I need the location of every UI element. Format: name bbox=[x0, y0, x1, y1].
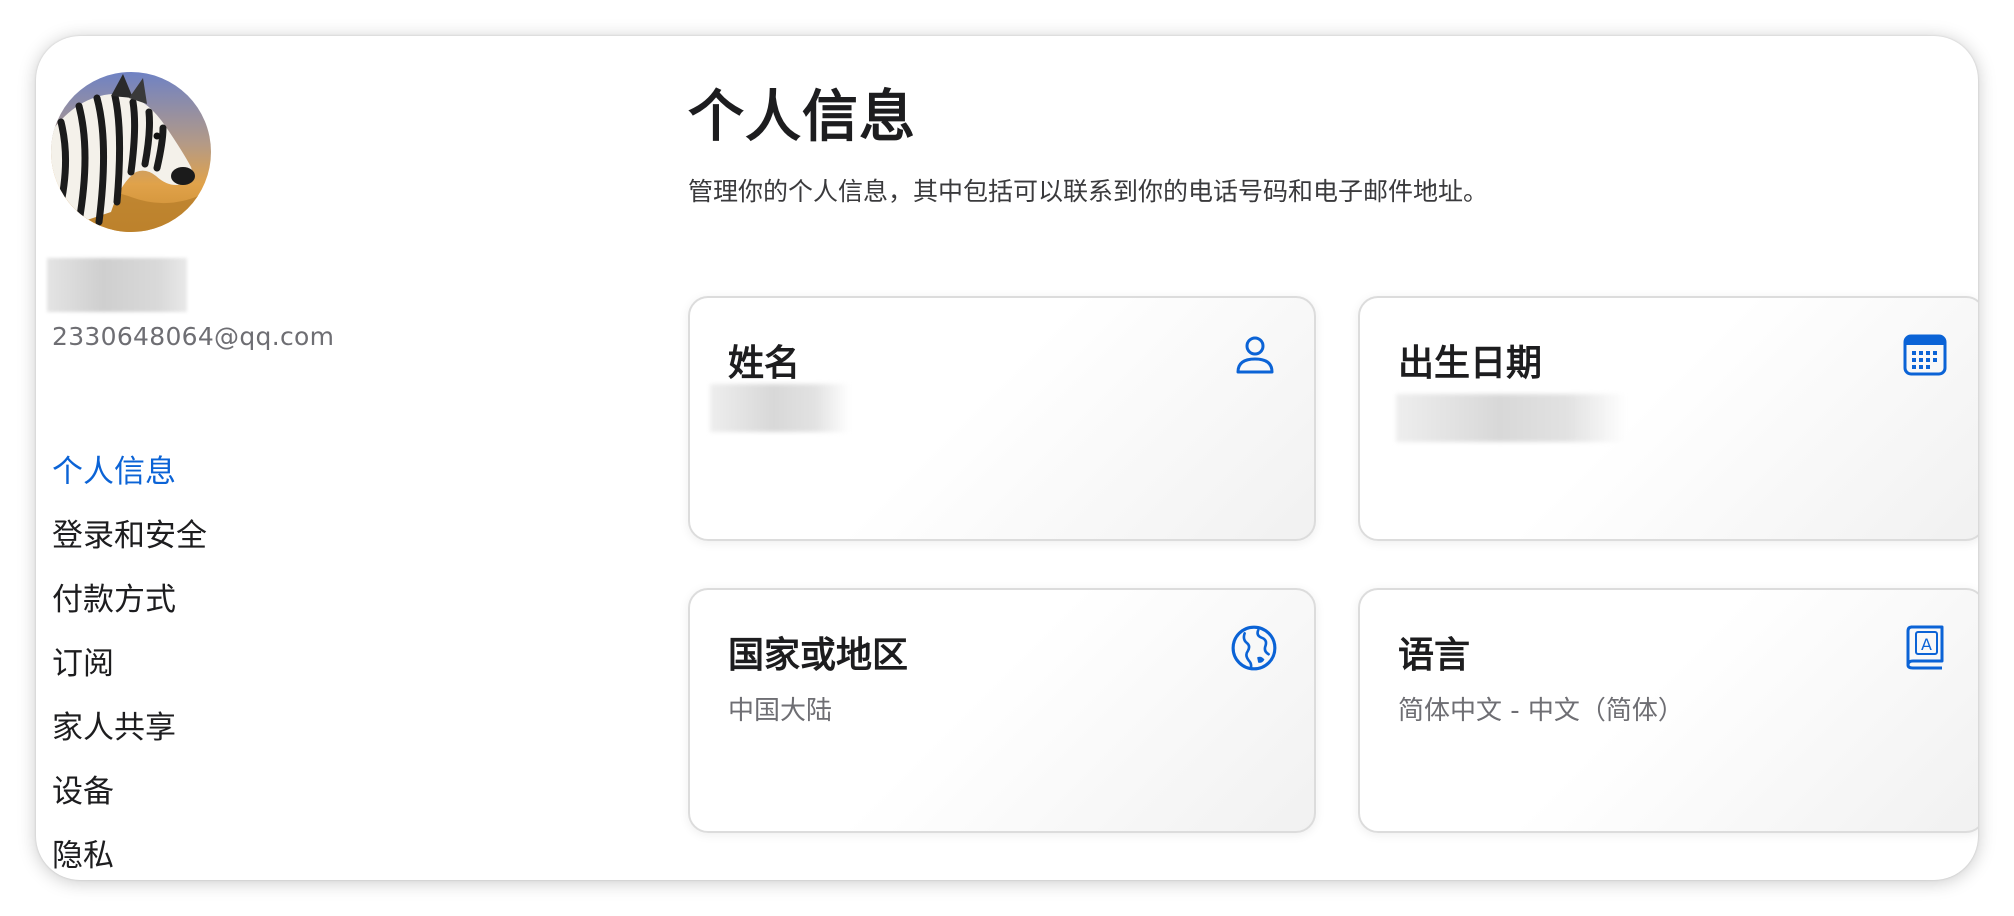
person-icon bbox=[1236, 336, 1274, 374]
globe-icon bbox=[1231, 625, 1277, 671]
language-card[interactable]: 语言 简体中文 - 中文（简体） A bbox=[1358, 588, 1978, 833]
zebra-avatar-image bbox=[51, 72, 211, 232]
sidebar-nav: 个人信息 登录和安全 付款方式 订阅 家人共享 设备 隐私 bbox=[52, 440, 207, 880]
card-title: 国家或地区 bbox=[728, 635, 909, 676]
birthday-value-blurred bbox=[1396, 394, 1626, 442]
sidebar-item-personal-info[interactable]: 个人信息 bbox=[52, 440, 207, 504]
country-region-value: 中国大陆 bbox=[728, 696, 833, 726]
name-placeholder-blurred bbox=[47, 258, 187, 312]
main-content: 个人信息 管理你的个人信息，其中包括可以联系到你的电话号码和电子邮件地址。 姓名… bbox=[652, 36, 1978, 880]
country-region-card[interactable]: 国家或地区 中国大陆 bbox=[688, 588, 1316, 833]
card-title: 姓名 bbox=[728, 343, 801, 384]
sidebar-item-payment-methods[interactable]: 付款方式 bbox=[52, 568, 207, 632]
account-email: 2330648064@qq.com bbox=[52, 322, 335, 351]
birthday-card[interactable]: 出生日期 bbox=[1358, 296, 1978, 541]
page-title: 个人信息 bbox=[688, 85, 916, 150]
sidebar-item-devices[interactable]: 设备 bbox=[52, 760, 207, 824]
page-description: 管理你的个人信息，其中包括可以联系到你的电话号码和电子邮件地址。 bbox=[688, 177, 1489, 206]
calendar-icon bbox=[1903, 334, 1947, 376]
sidebar-item-family-sharing[interactable]: 家人共享 bbox=[52, 696, 207, 760]
sidebar: 2330648064@qq.com 个人信息 登录和安全 付款方式 订阅 家人共… bbox=[36, 36, 596, 880]
avatar[interactable] bbox=[51, 72, 211, 232]
sidebar-item-sign-in-security[interactable]: 登录和安全 bbox=[52, 504, 207, 568]
account-window: 2330648064@qq.com 个人信息 登录和安全 付款方式 订阅 家人共… bbox=[36, 36, 1978, 880]
svg-text:A: A bbox=[1921, 635, 1932, 654]
language-book-icon: A bbox=[1906, 625, 1944, 670]
language-value: 简体中文 - 中文（简体） bbox=[1398, 696, 1684, 726]
name-card[interactable]: 姓名 bbox=[688, 296, 1316, 541]
name-value-blurred bbox=[710, 384, 850, 432]
sidebar-item-subscriptions[interactable]: 订阅 bbox=[52, 632, 207, 696]
card-title: 语言 bbox=[1398, 635, 1471, 676]
sidebar-item-privacy[interactable]: 隐私 bbox=[52, 824, 207, 880]
card-title: 出生日期 bbox=[1398, 343, 1543, 384]
